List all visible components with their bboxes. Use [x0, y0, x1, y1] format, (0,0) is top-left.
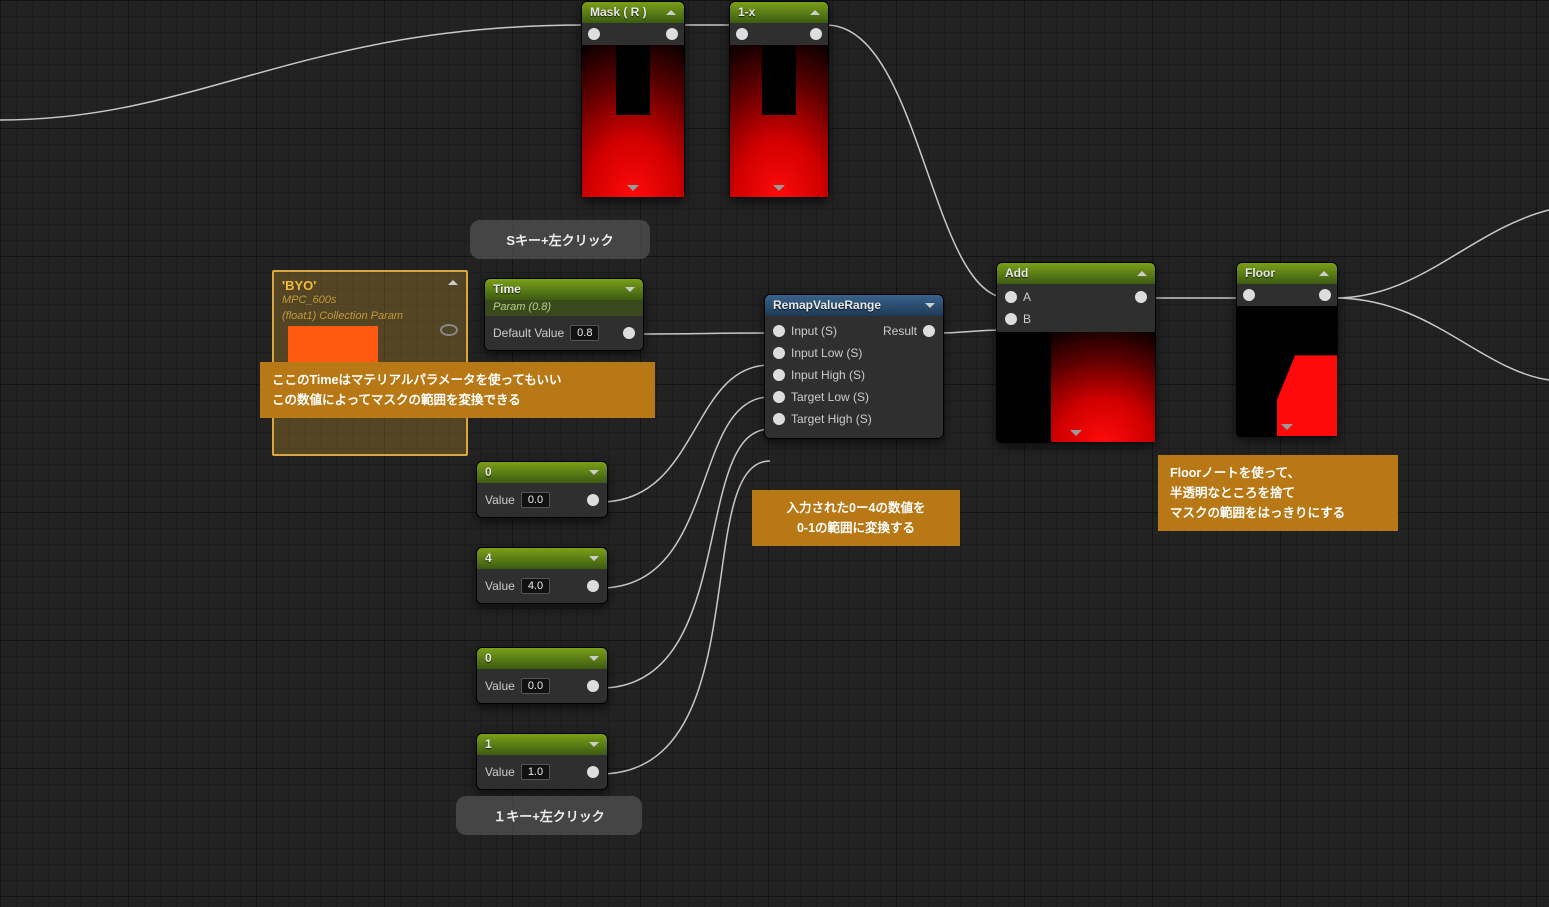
- expand-icon[interactable]: [589, 470, 599, 475]
- node-preview: [1237, 306, 1337, 436]
- node-time[interactable]: Time Param (0.8) Default Value 0.8: [484, 278, 644, 351]
- value-label: Value: [485, 493, 515, 507]
- bubble-text: １キー+左クリック: [493, 809, 605, 824]
- node-title: Add: [1005, 266, 1028, 280]
- comment-remap[interactable]: 入力された0ー4の数値を 0-1の範囲に変換する: [752, 490, 960, 546]
- expand-icon[interactable]: [625, 287, 635, 292]
- node-title: Mask ( R ): [590, 5, 647, 19]
- expand-icon[interactable]: [589, 742, 599, 747]
- node-title: 1-x: [738, 5, 755, 19]
- node-header[interactable]: Floor: [1237, 263, 1337, 284]
- comment-floor[interactable]: Floorノートを使って、 半透明なところを捨て マスクの範囲をはっきりにする: [1158, 455, 1398, 531]
- pin-b[interactable]: B: [1005, 312, 1031, 326]
- comment-line: 半透明なところを捨て: [1170, 483, 1386, 503]
- input-pin[interactable]: [588, 28, 600, 40]
- pin-result[interactable]: Result: [883, 324, 935, 338]
- output-pin[interactable]: [810, 28, 822, 40]
- expand-icon[interactable]: [589, 656, 599, 661]
- output-pin[interactable]: [587, 580, 599, 592]
- node-title: 1: [485, 737, 492, 751]
- node-title: Time: [493, 282, 521, 296]
- output-pin[interactable]: [666, 28, 678, 40]
- value-input[interactable]: 4.0: [521, 578, 550, 594]
- node-header[interactable]: 1-x: [730, 2, 828, 23]
- frame-title: 'BYO': [274, 272, 466, 293]
- output-pin[interactable]: [623, 327, 635, 339]
- node-header[interactable]: Add: [997, 263, 1155, 284]
- collapse-icon[interactable]: [1319, 271, 1329, 276]
- pin-input-high[interactable]: Input High (S): [773, 368, 865, 382]
- bubble-text: Sキー+左クリック: [506, 233, 613, 248]
- value-input[interactable]: 0.0: [521, 492, 550, 508]
- comment-time[interactable]: ここのTimeはマテリアルパラメータを使ってもいい この数値によってマスクの範囲…: [260, 362, 655, 418]
- input-pin[interactable]: [736, 28, 748, 40]
- output-pin[interactable]: [587, 494, 599, 506]
- comment-line: ここのTimeはマテリアルパラメータを使ってもいい: [272, 370, 643, 390]
- comment-line: マスクの範囲をはっきりにする: [1170, 503, 1386, 523]
- default-value-label: Default Value: [493, 326, 564, 340]
- comment-line: この数値によってマスクの範囲を変換できる: [272, 390, 643, 410]
- input-pin[interactable]: [1243, 289, 1255, 301]
- node-title: RemapValueRange: [773, 298, 881, 312]
- node-preview: [997, 332, 1155, 442]
- graph-canvas[interactable]: Mask ( R ) 1-x Sキー+左クリック 'BYO' MPC_600s …: [0, 0, 1549, 907]
- value-input[interactable]: 0.0: [521, 678, 550, 694]
- expand-icon[interactable]: [589, 556, 599, 561]
- collapse-icon[interactable]: [810, 10, 820, 15]
- node-floor[interactable]: Floor: [1236, 262, 1338, 437]
- comment-bubble-onekey[interactable]: １キー+左クリック: [456, 796, 642, 835]
- value-input[interactable]: 1.0: [521, 764, 550, 780]
- pin-a[interactable]: A: [1005, 290, 1031, 304]
- node-title: Floor: [1245, 266, 1275, 280]
- output-pin[interactable]: [1319, 289, 1331, 301]
- node-header[interactable]: RemapValueRange: [765, 295, 943, 316]
- visibility-icon[interactable]: [440, 324, 458, 336]
- node-preview: [582, 45, 684, 197]
- node-title: 0: [485, 465, 492, 479]
- comment-bubble-skey[interactable]: Sキー+左クリック: [470, 220, 650, 259]
- default-value-input[interactable]: 0.8: [570, 325, 599, 341]
- node-one-minus-x[interactable]: 1-x: [729, 1, 829, 198]
- node-constant-0b[interactable]: 0 Value 0.0: [476, 647, 608, 704]
- comment-line: Floorノートを使って、: [1170, 463, 1386, 483]
- node-constant-0a[interactable]: 0 Value 0.0: [476, 461, 608, 518]
- expand-icon[interactable]: [925, 303, 935, 308]
- pin-target-low[interactable]: Target Low (S): [773, 390, 869, 404]
- collapse-icon[interactable]: [1137, 271, 1147, 276]
- frame-subtitle-1: MPC_600s: [274, 293, 466, 309]
- value-label: Value: [485, 579, 515, 593]
- node-subtitle: Param (0.8): [485, 300, 643, 316]
- output-pin[interactable]: [587, 680, 599, 692]
- value-label: Value: [485, 765, 515, 779]
- node-remap-value-range[interactable]: RemapValueRange Input (S) Result Input L…: [764, 294, 944, 439]
- node-mask[interactable]: Mask ( R ): [581, 1, 685, 198]
- collapse-icon[interactable]: [448, 280, 458, 285]
- comment-line: 入力された0ー4の数値を: [764, 498, 948, 518]
- comment-line: 0-1の範囲に変換する: [764, 518, 948, 538]
- node-constant-4[interactable]: 4 Value 4.0: [476, 547, 608, 604]
- collapse-icon[interactable]: [666, 10, 676, 15]
- pin-input-low[interactable]: Input Low (S): [773, 346, 862, 360]
- node-title: 0: [485, 651, 492, 665]
- node-header[interactable]: Time: [485, 279, 643, 300]
- output-pin[interactable]: [1135, 291, 1147, 303]
- value-label: Value: [485, 679, 515, 693]
- pin-input[interactable]: Input (S): [773, 324, 837, 338]
- output-pin[interactable]: [587, 766, 599, 778]
- frame-subtitle-2: (float1) Collection Param: [274, 309, 466, 325]
- pin-target-high[interactable]: Target High (S): [773, 412, 872, 426]
- node-constant-1[interactable]: 1 Value 1.0: [476, 733, 608, 790]
- node-header[interactable]: Mask ( R ): [582, 2, 684, 23]
- node-preview: [730, 45, 828, 197]
- node-title: 4: [485, 551, 492, 565]
- node-add[interactable]: Add A B: [996, 262, 1156, 443]
